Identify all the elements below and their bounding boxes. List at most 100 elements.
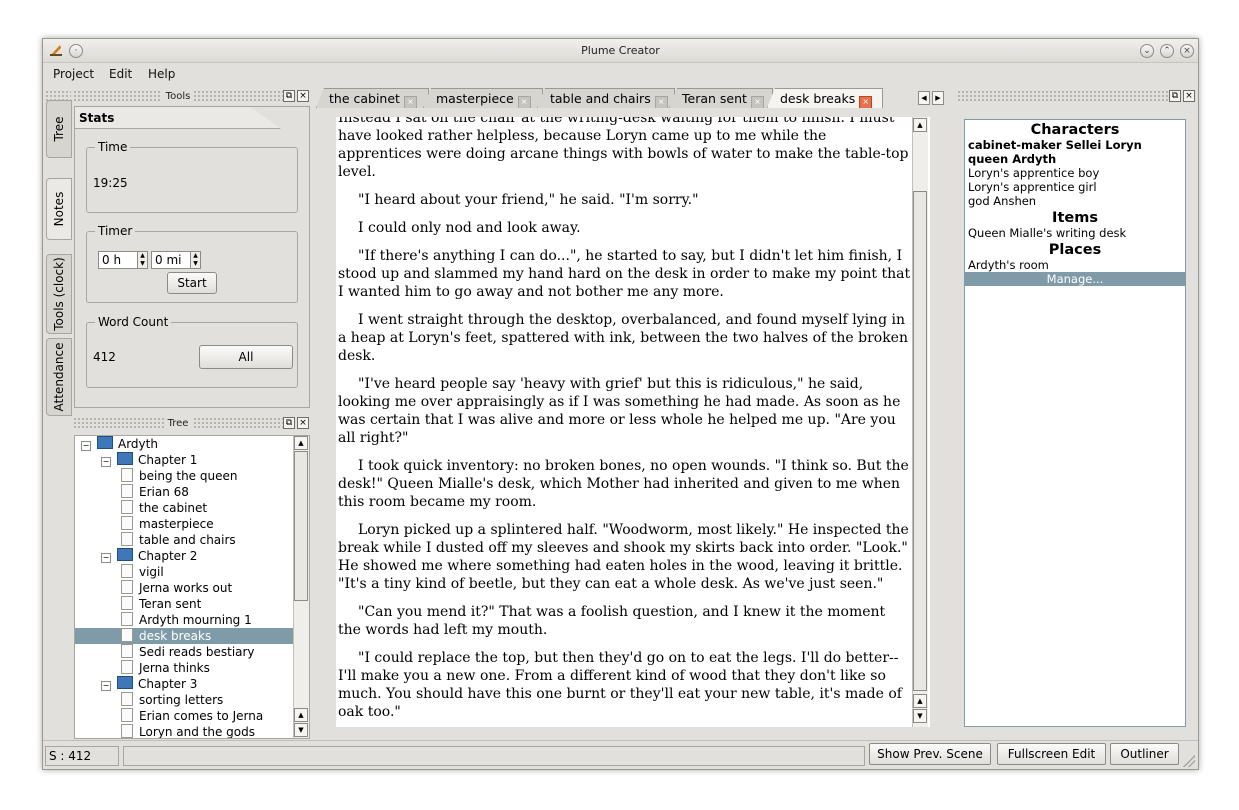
menu-help[interactable]: Help bbox=[148, 67, 175, 81]
editor-paragraph[interactable]: I could only nod and look away. bbox=[338, 219, 912, 237]
tree-item[interactable]: Ardyth mourning 1 bbox=[75, 612, 293, 628]
document-icon bbox=[121, 564, 133, 578]
tab-notes[interactable]: Notes bbox=[46, 178, 72, 240]
tree-item[interactable]: being the queen bbox=[75, 468, 293, 484]
editor-scroll-thumb[interactable] bbox=[913, 191, 927, 691]
editor-paragraph[interactable]: Instead I sat on the chair at the writin… bbox=[338, 117, 912, 181]
editor-paragraph[interactable]: "I heard about your friend," he said. "I… bbox=[338, 191, 912, 209]
editor-paragraph[interactable]: "I could replace the top, but then they'… bbox=[338, 649, 912, 721]
menu-edit[interactable]: Edit bbox=[109, 67, 132, 81]
tree-item[interactable]: Jerna thinks bbox=[75, 660, 293, 676]
character-item[interactable]: queen Ardyth bbox=[965, 152, 1185, 166]
menu-edit-label: Edit bbox=[109, 67, 133, 81]
tab-close-icon[interactable]: × bbox=[654, 96, 668, 108]
word-count-group: Word Count 412 All bbox=[86, 315, 298, 388]
expand-toggle-icon[interactable]: − bbox=[81, 441, 91, 451]
tree-item[interactable]: Jerna works out bbox=[75, 580, 293, 596]
tree-close-icon[interactable]: × bbox=[297, 417, 309, 429]
tree-item[interactable]: − Chapter 3 bbox=[75, 676, 293, 692]
tab-close-icon[interactable]: × bbox=[750, 96, 764, 108]
expand-toggle-icon[interactable]: − bbox=[101, 681, 111, 691]
tab-scroll-right[interactable]: ▶ bbox=[932, 91, 944, 105]
stats-tab[interactable]: Stats bbox=[75, 107, 281, 129]
timer-hours-stepper[interactable]: ▲ ▼ bbox=[137, 252, 147, 268]
start-button[interactable]: Start bbox=[167, 272, 217, 294]
editor-scroll-down[interactable]: ▼ bbox=[913, 709, 927, 723]
timer-minutes-stepper[interactable]: ▲ ▼ bbox=[190, 252, 200, 268]
character-item[interactable]: Loryn's apprentice girl bbox=[965, 180, 1185, 194]
editor-scroll-page-up[interactable]: ▲ bbox=[913, 694, 927, 708]
manage-button[interactable]: Manage... bbox=[965, 272, 1185, 286]
tab-close-icon[interactable]: × bbox=[403, 96, 417, 108]
editor-area[interactable]: Instead I sat on the chair at the writin… bbox=[336, 117, 930, 727]
timer-minutes-input[interactable]: 0 mi ▲ ▼ bbox=[151, 251, 201, 269]
tree-item[interactable]: vigil bbox=[75, 564, 293, 580]
tab-masterpiece[interactable]: masterpiece × bbox=[423, 88, 543, 108]
item-entry[interactable]: Queen Mialle's writing desk bbox=[965, 226, 1126, 240]
editor-scrollbar[interactable]: ▲ ▲ ▼ bbox=[912, 117, 928, 727]
tab-tools-clock[interactable]: Tools (clock) bbox=[46, 254, 72, 334]
tree-scroll-thumb[interactable] bbox=[294, 451, 308, 601]
fullscreen-edit-button[interactable]: Fullscreen Edit bbox=[997, 743, 1106, 765]
tab-table-and-chairs[interactable]: table and chairs × bbox=[537, 88, 675, 108]
timer-hours-input[interactable]: 0 h ▲ ▼ bbox=[98, 251, 148, 269]
tree-item[interactable]: Erian comes to Jerna bbox=[75, 708, 293, 724]
resize-grip-icon[interactable] bbox=[1183, 755, 1195, 767]
editor-paragraph[interactable]: Loryn picked up a splintered half. "Wood… bbox=[338, 521, 912, 593]
tools-dock-titlebar[interactable]: Tools bbox=[73, 90, 283, 103]
attendance-float-icon[interactable]: ⧉ bbox=[1169, 90, 1181, 102]
editor-paragraph[interactable]: "If there's anything I can do...", he st… bbox=[338, 247, 912, 301]
tab-the-cabinet[interactable]: the cabinet × bbox=[316, 88, 429, 108]
tree-item[interactable]: Sedi reads bestiary bbox=[75, 644, 293, 660]
expand-toggle-icon[interactable]: − bbox=[101, 553, 111, 563]
tree-view[interactable]: − Ardyth − Chapter 1 being the queen Erian 68… bbox=[74, 435, 310, 739]
dock-close-icon[interactable]: × bbox=[297, 90, 309, 102]
timer-group: Timer 0 h ▲ ▼ 0 mi ▲ ▼ Start bbox=[86, 224, 298, 303]
editor-paragraph[interactable]: I took quick inventory: no broken bones,… bbox=[338, 457, 912, 511]
show-prev-scene-button[interactable]: Show Prev. Scene bbox=[869, 743, 991, 765]
tree-item[interactable]: − Ardyth bbox=[75, 436, 293, 452]
tree-item[interactable]: the cabinet bbox=[75, 500, 293, 516]
tree-item[interactable]: Erian 68 bbox=[75, 484, 293, 500]
tree-item[interactable]: − Chapter 2 bbox=[75, 548, 293, 564]
tab-close-icon[interactable]: × bbox=[859, 96, 873, 108]
tree-scrollbar[interactable]: ▲ ▲ ▼ bbox=[293, 436, 309, 738]
tab-close-icon[interactable]: × bbox=[517, 96, 531, 108]
tree-item[interactable]: − Chapter 1 bbox=[75, 452, 293, 468]
tab-attendance[interactable]: Attendance bbox=[46, 338, 72, 416]
tree-item[interactable]: sorting letters bbox=[75, 692, 293, 708]
attendance-dock-titlebar[interactable] bbox=[957, 90, 1169, 103]
tree-item[interactable]: desk breaks bbox=[75, 628, 293, 644]
outliner-button[interactable]: Outliner bbox=[1110, 743, 1179, 765]
minimize-icon[interactable]: ⌄ bbox=[1140, 44, 1154, 58]
expand-toggle-icon[interactable]: − bbox=[101, 457, 111, 467]
place-entry[interactable]: Ardyth's room bbox=[965, 258, 1049, 272]
all-button[interactable]: All bbox=[199, 345, 293, 369]
character-item[interactable]: cabinet-maker Sellei Loryn bbox=[965, 138, 1185, 152]
maximize-icon[interactable]: ⌃ bbox=[1160, 44, 1174, 58]
character-item[interactable]: god Anshen bbox=[965, 194, 1185, 208]
editor-scroll-up[interactable]: ▲ bbox=[913, 118, 927, 132]
float-icon[interactable]: ⧉ bbox=[283, 90, 295, 102]
tree-item[interactable]: masterpiece bbox=[75, 516, 293, 532]
tab-Teran-sent[interactable]: Teran sent × bbox=[669, 88, 773, 108]
attendance-close-icon[interactable]: × bbox=[1183, 90, 1195, 102]
tree-scroll-up[interactable]: ▲ bbox=[294, 436, 308, 450]
close-icon[interactable]: × bbox=[1180, 44, 1194, 58]
tree-item[interactable]: Teran sent bbox=[75, 596, 293, 612]
editor-paragraph[interactable]: "Can you mend it?" That was a foolish qu… bbox=[338, 603, 912, 639]
editor-paragraph[interactable]: "I've heard people say 'heavy with grief… bbox=[338, 375, 912, 447]
editor-text[interactable]: Instead I sat on the chair at the writin… bbox=[338, 117, 912, 727]
menu-project[interactable]: Project bbox=[53, 67, 94, 81]
tab-tree[interactable]: Tree bbox=[46, 100, 72, 158]
tree-item[interactable]: Loryn and the gods bbox=[75, 724, 293, 738]
tab-desk-breaks[interactable]: desk breaks × bbox=[767, 88, 883, 108]
tree-scroll-page-up[interactable]: ▲ bbox=[294, 708, 308, 722]
character-item[interactable]: Loryn's apprentice boy bbox=[965, 166, 1185, 180]
tree-dock-titlebar[interactable]: Tree bbox=[73, 417, 283, 430]
tree-item[interactable]: table and chairs bbox=[75, 532, 293, 548]
tab-scroll-left[interactable]: ◀ bbox=[918, 91, 930, 105]
tree-scroll-down[interactable]: ▼ bbox=[294, 723, 308, 737]
tree-float-icon[interactable]: ⧉ bbox=[283, 417, 295, 429]
editor-paragraph[interactable]: I went straight through the desktop, ove… bbox=[338, 311, 912, 365]
